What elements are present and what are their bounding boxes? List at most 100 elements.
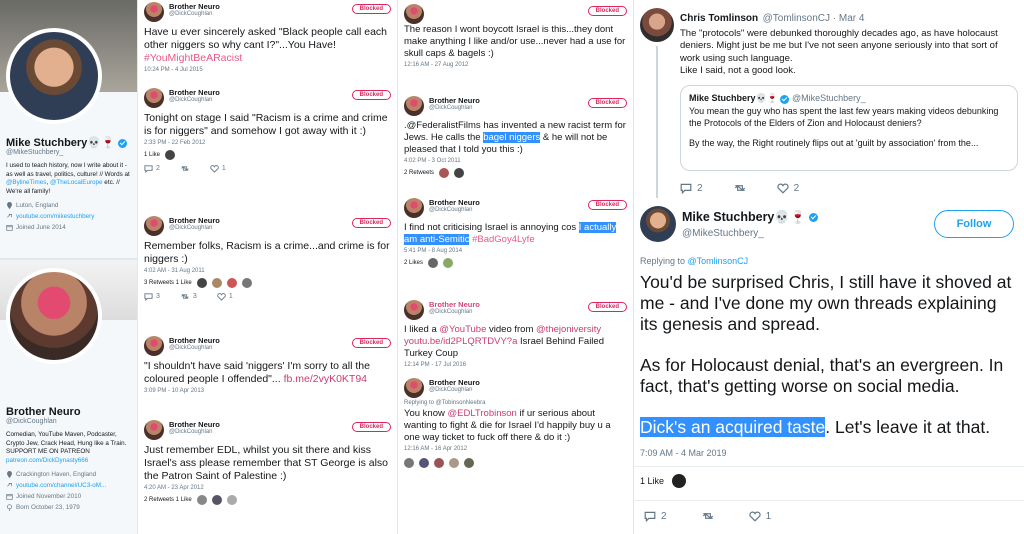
profile-name[interactable]: Mike Stuchbery💀🍷 [6, 136, 134, 149]
tweet[interactable]: Blocked The reason I wont boycott Israel… [398, 4, 633, 68]
avatar[interactable] [144, 216, 164, 236]
tweet[interactable]: Brother Neuro @DickCoughlan Blocked Just … [138, 420, 397, 506]
blocked-button[interactable]: Blocked [587, 6, 627, 16]
tweet[interactable]: Brother Neuro @DickCoughlan Replying to @… [398, 378, 633, 468]
tweet-chris[interactable]: Chris Tomlinson @TomlinsonCJ · Mar 4 The… [680, 8, 1018, 172]
tweet-author-name[interactable]: Mike Stuchbery💀🍷 [682, 210, 819, 225]
tweet-timestamp[interactable]: 5:41 PM - 8 Aug 2014 [404, 248, 627, 254]
avatar[interactable] [144, 336, 164, 356]
liker-avatar[interactable] [404, 457, 414, 468]
replying-to[interactable]: Replying to @TobinsonNeebra [404, 400, 627, 406]
liker-avatar[interactable] [449, 457, 459, 468]
like-button[interactable]: 1 [217, 292, 233, 301]
tweet-author-handle[interactable]: @TomlinsonCJ · Mar 4 [763, 13, 865, 24]
tweet[interactable]: Brother Neuro @DickCoughlan Blocked Tonig… [138, 88, 397, 174]
avatar[interactable] [144, 2, 164, 22]
tweet-timestamp[interactable]: 4:02 AM - 31 Aug 2011 [144, 268, 391, 274]
reply-button[interactable]: 2 [644, 510, 667, 522]
liker-avatar[interactable] [211, 278, 222, 289]
avatar[interactable] [404, 300, 424, 320]
tweet[interactable]: Brother Neuro @DickCoughlan Blocked I lik… [398, 300, 633, 368]
avatar[interactable] [404, 4, 424, 24]
blocked-button[interactable]: Blocked [351, 90, 391, 100]
selected-text[interactable]: bagel niggers [483, 131, 541, 143]
blocked-button[interactable]: Blocked [351, 422, 391, 432]
tweet-author-name[interactable]: Chris Tomlinson [680, 13, 758, 24]
tweet-author-handle[interactable]: @DickCoughlan [169, 429, 347, 435]
profile-website[interactable]: youtube.com/mikestuchbery [6, 213, 134, 220]
like-button[interactable]: 1 [748, 510, 771, 522]
tweet-author-handle[interactable]: @DickCoughlan [169, 97, 347, 103]
tweet-author-name[interactable]: Brother Neuro [169, 2, 347, 11]
tweet-author-name[interactable]: Brother Neuro [429, 378, 627, 387]
liker-avatar[interactable] [672, 474, 687, 488]
bio-link[interactable]: @BylineTimes [6, 179, 46, 186]
tweet-timestamp[interactable]: 12:14 PM - 17 Jul 2016 [404, 362, 627, 368]
liker-avatar[interactable] [196, 495, 207, 506]
tweet-author-handle[interactable]: @DickCoughlan [429, 105, 583, 111]
mention-link[interactable]: @YouTube [439, 324, 486, 335]
tweet[interactable]: Brother Neuro @DickCoughlan Blocked I fin… [398, 198, 633, 268]
reply-button[interactable]: 2 [680, 182, 703, 194]
mention-link[interactable]: @TomlinsonCJ [688, 256, 749, 266]
bio-link[interactable]: patreon.com/DickDynasty666 [6, 457, 88, 464]
blocked-button[interactable]: Blocked [587, 302, 627, 312]
tweet-timestamp[interactable]: 12:16 AM - 16 Apr 2012 [404, 446, 627, 452]
liker-avatar[interactable] [211, 495, 222, 506]
retweet-button[interactable] [701, 510, 715, 522]
liker-avatar[interactable] [428, 257, 439, 268]
tweet-timestamp[interactable]: 2:33 PM - 22 Feb 2012 [144, 140, 391, 146]
reply-button[interactable]: 3 [144, 292, 160, 302]
avatar[interactable] [404, 198, 424, 218]
avatar[interactable] [144, 420, 164, 440]
tweet-author-handle[interactable]: @DickCoughlan [169, 225, 347, 231]
profile-website[interactable]: youtube.com/channel/UC3-oM... [6, 482, 134, 489]
tweet[interactable]: Brother Neuro @DickCoughlan Blocked .@Fed… [398, 96, 633, 178]
avatar[interactable] [404, 96, 424, 116]
tweet-author-handle[interactable]: @MikeStuchbery_ [682, 228, 764, 239]
tweet-timestamp[interactable]: 4:20 AM - 23 Apr 2012 [144, 485, 391, 491]
tweet-author-name[interactable]: Brother Neuro [169, 88, 347, 97]
liker-avatar[interactable] [419, 457, 429, 468]
tweet[interactable]: Brother Neuro @DickCoughlan Blocked Have … [138, 2, 397, 73]
tweet-timestamp[interactable]: 10:24 PM - 4 Jul 2015 [144, 67, 391, 73]
blocked-button[interactable]: Blocked [351, 338, 391, 348]
mention-link[interactable]: @EDLTrobinson [448, 408, 517, 419]
profile-handle[interactable]: @DickCoughlan [6, 418, 134, 425]
liker-avatar[interactable] [241, 278, 252, 289]
tweet-author-name[interactable]: Brother Neuro [429, 300, 583, 309]
tweet-timestamp[interactable]: 3:09 PM - 10 Apr 2013 [144, 388, 391, 394]
liker-avatar[interactable] [464, 457, 474, 468]
tweet-author-handle[interactable]: @DickCoughlan [429, 309, 583, 315]
tweet-author-name[interactable]: Brother Neuro [429, 198, 583, 207]
like-button[interactable]: 2 [776, 182, 799, 194]
quoted-tweet[interactable]: Mike Stuchbery💀🍷 @MikeStuchbery_ You mea… [680, 85, 1018, 172]
profile-handle[interactable]: @MikeStuchbery_ [6, 149, 134, 156]
tweet-author-handle[interactable]: @DickCoughlan [429, 387, 627, 393]
tweet-timestamp[interactable]: 4:02 PM - 3 Oct 2011 [404, 158, 627, 164]
tweet-author-name[interactable]: Brother Neuro [169, 420, 347, 429]
avatar[interactable] [6, 268, 102, 364]
liker-avatar[interactable] [434, 457, 444, 468]
reply-button[interactable]: 2 [144, 164, 160, 174]
hashtag-link[interactable]: #YouMightBeARacist [144, 52, 242, 64]
blocked-button[interactable]: Blocked [587, 200, 627, 210]
profile-name[interactable]: Brother Neuro [6, 406, 134, 418]
liker-avatar[interactable] [443, 257, 454, 268]
liker-avatar[interactable] [226, 495, 237, 506]
blocked-button[interactable]: Blocked [351, 4, 391, 14]
avatar[interactable] [640, 8, 674, 42]
liker-avatar[interactable] [226, 278, 237, 289]
tweet-author-name[interactable]: Brother Neuro [169, 216, 347, 225]
tweet-timestamp[interactable]: 7:09 AM - 4 Mar 2019 [640, 448, 727, 458]
avatar[interactable] [144, 88, 164, 108]
tweet-author-handle[interactable]: @DickCoughlan [169, 11, 347, 17]
selected-text[interactable]: Dick's an acquired taste [640, 417, 826, 437]
avatar[interactable] [404, 378, 424, 398]
avatar[interactable] [640, 206, 676, 242]
tweet[interactable]: Brother Neuro @DickCoughlan Blocked Remem… [138, 216, 397, 302]
tweet-author-handle[interactable]: @DickCoughlan [169, 345, 347, 351]
blocked-button[interactable]: Blocked [587, 98, 627, 108]
tweet-author-name[interactable]: Brother Neuro [429, 96, 583, 105]
avatar[interactable] [6, 28, 102, 124]
